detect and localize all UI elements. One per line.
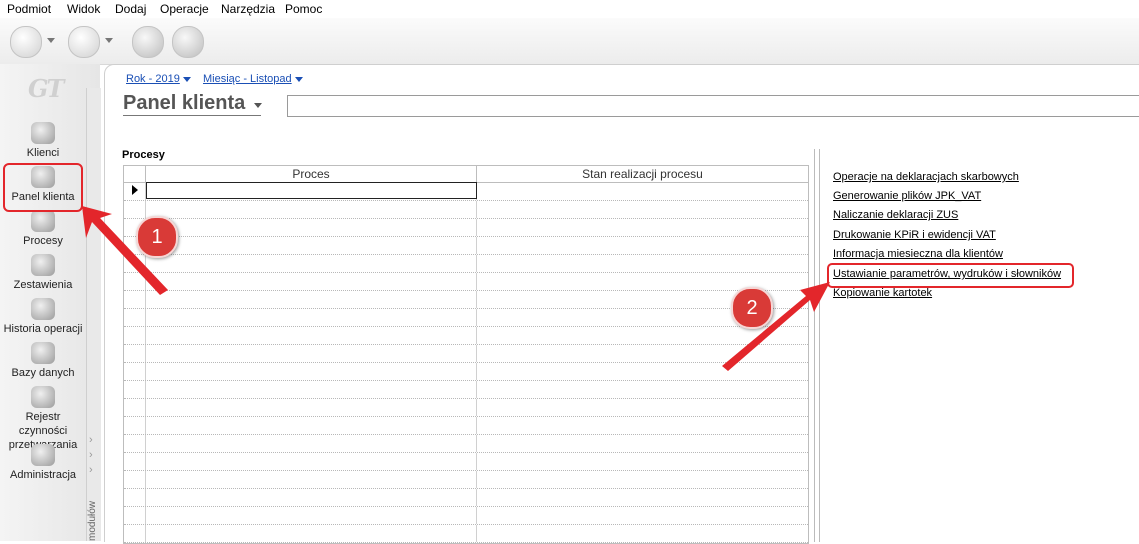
annotation-badge-2: 2 (731, 287, 773, 329)
annotation-badge-1: 1 (136, 216, 178, 258)
annotation-arrows (82, 206, 830, 371)
